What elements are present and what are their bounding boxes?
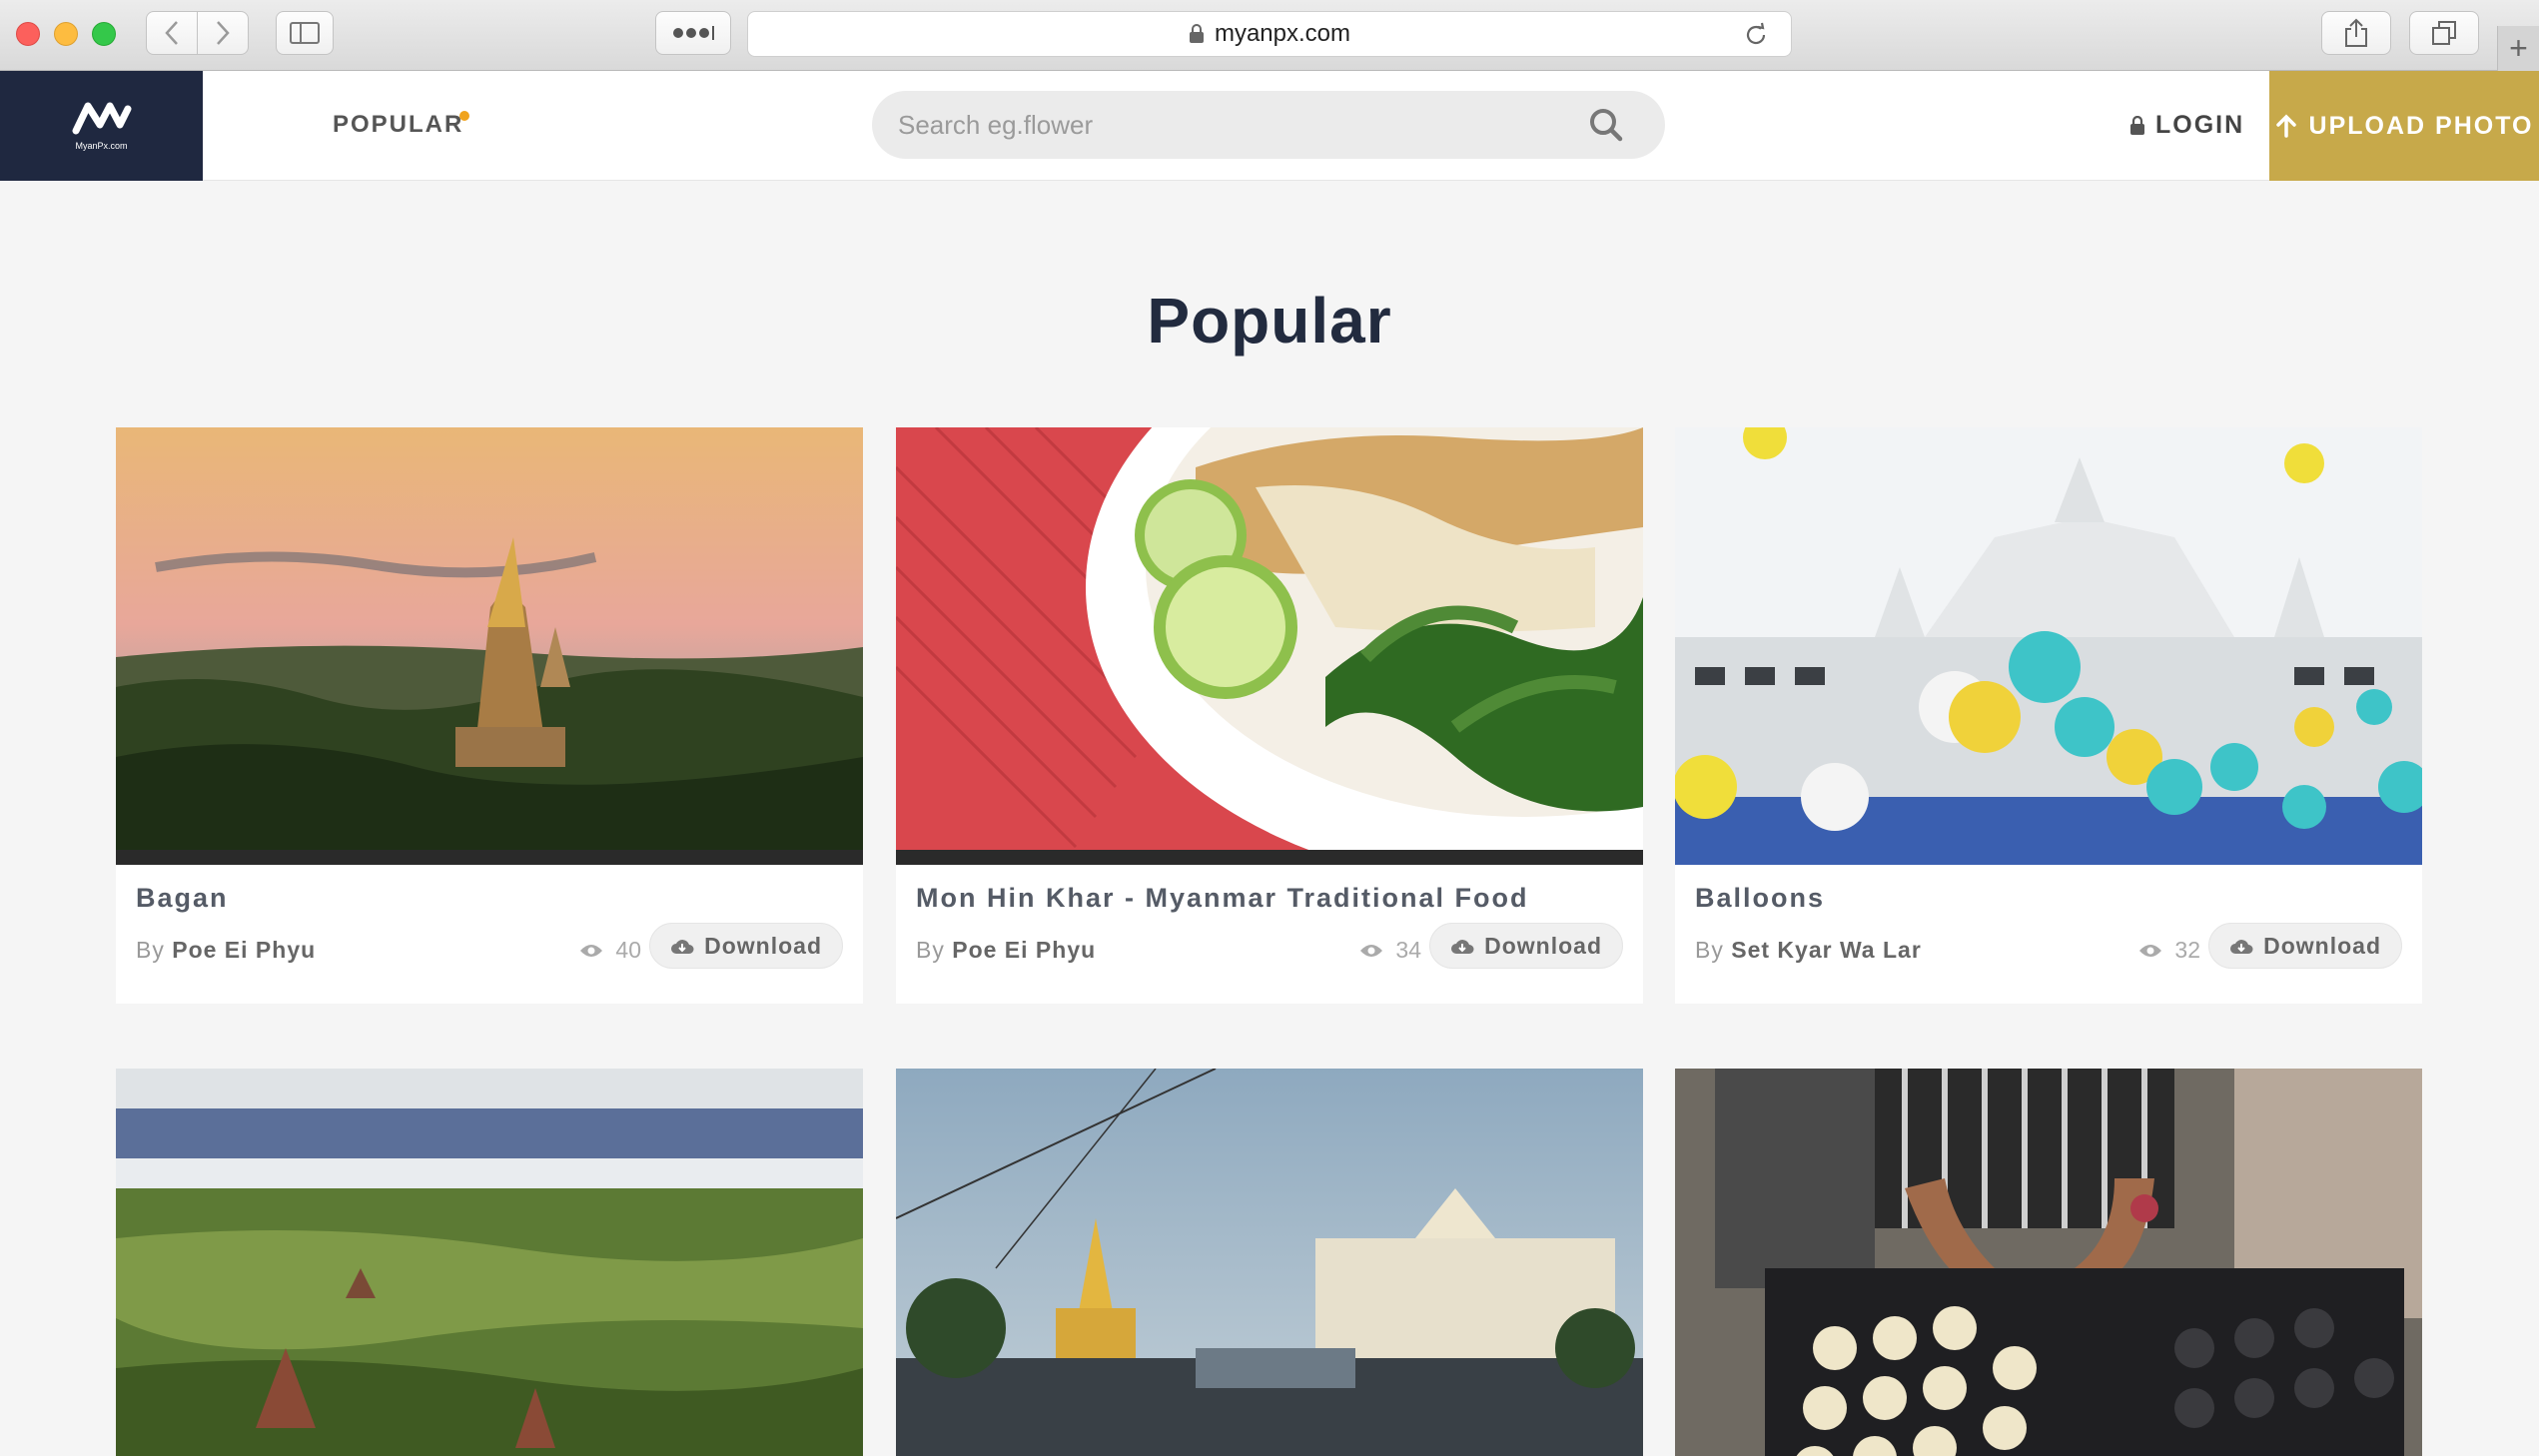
bagan-landscape-photo[interactable] bbox=[116, 1069, 863, 1456]
page-title: Popular bbox=[1147, 285, 1392, 357]
upload-label: UPLOAD PHOTO bbox=[2308, 111, 2534, 140]
url-text: myanpx.com bbox=[1214, 20, 1351, 47]
photo-card[interactable]: Balloons By Set Kyar Wa Lar 32 Download bbox=[1675, 427, 2422, 1004]
photo-title[interactable]: Balloons bbox=[1695, 883, 1825, 914]
browser-chrome: myanpx.com + bbox=[0, 0, 2539, 71]
photo-byline: By Set Kyar Wa Lar bbox=[1695, 937, 1922, 964]
photo-title[interactable]: Bagan bbox=[136, 883, 229, 914]
author-name[interactable]: Set Kyar Wa Lar bbox=[1731, 937, 1922, 963]
cloud-download-icon bbox=[1451, 940, 1474, 954]
login-label: LOGIN bbox=[2155, 111, 2245, 139]
reload-icon[interactable] bbox=[1743, 22, 1769, 48]
logo-mark-icon bbox=[72, 102, 131, 135]
zoom-window-button[interactable] bbox=[92, 22, 116, 46]
search-box bbox=[872, 91, 1665, 159]
arrow-up-icon bbox=[2275, 114, 2296, 138]
share-button[interactable] bbox=[2321, 11, 2391, 55]
by-label: By bbox=[136, 937, 165, 963]
lock-icon bbox=[1189, 24, 1204, 43]
back-button[interactable] bbox=[146, 11, 198, 55]
download-label: Download bbox=[2263, 932, 2381, 959]
more-options-button[interactable] bbox=[655, 11, 731, 55]
photo-card[interactable]: Bagan By Poe Ei Phyu 40 Download bbox=[116, 427, 863, 1004]
eye-icon bbox=[580, 944, 603, 957]
download-label: Download bbox=[704, 932, 822, 959]
street-food-cooking-photo[interactable] bbox=[1675, 1069, 2422, 1456]
by-label: By bbox=[1695, 937, 1724, 963]
login-link[interactable]: LOGIN bbox=[2129, 111, 2244, 140]
lock-icon bbox=[2130, 115, 2144, 135]
temple-sunset-photo[interactable] bbox=[116, 427, 863, 865]
photo-card[interactable] bbox=[1675, 1069, 2422, 1456]
more-dots-icon bbox=[673, 26, 714, 40]
show-tabs-button[interactable] bbox=[2409, 11, 2479, 55]
cloud-download-icon bbox=[2230, 940, 2253, 954]
forward-button[interactable] bbox=[197, 11, 249, 55]
download-button[interactable]: Download bbox=[649, 923, 843, 969]
nav-indicator-dot bbox=[459, 111, 469, 121]
photo-byline: By Poe Ei Phyu bbox=[136, 937, 316, 964]
minimize-window-button[interactable] bbox=[54, 22, 78, 46]
view-count: 34 bbox=[1359, 937, 1421, 964]
eye-icon bbox=[1360, 944, 1383, 957]
plus-icon: + bbox=[2509, 30, 2528, 66]
sidebar-toggle-button[interactable] bbox=[276, 11, 334, 55]
yangon-city-photo[interactable] bbox=[896, 1069, 1643, 1456]
address-bar[interactable]: myanpx.com bbox=[747, 11, 1792, 57]
search-icon[interactable] bbox=[1589, 108, 1623, 142]
food-bowl-photo[interactable] bbox=[896, 427, 1643, 865]
view-count: 32 bbox=[2138, 937, 2200, 964]
author-name[interactable]: Poe Ei Phyu bbox=[952, 937, 1096, 963]
eye-icon bbox=[2139, 944, 2162, 957]
download-button[interactable]: Download bbox=[1429, 923, 1623, 969]
view-count: 40 bbox=[579, 937, 641, 964]
by-label: By bbox=[916, 937, 945, 963]
photo-title[interactable]: Mon Hin Khar - Myanmar Traditional Food bbox=[916, 883, 1529, 914]
photo-card[interactable] bbox=[116, 1069, 863, 1456]
logo[interactable]: MyanPx.com bbox=[0, 71, 203, 181]
upload-photo-button[interactable]: UPLOAD PHOTO bbox=[2269, 71, 2539, 181]
download-label: Download bbox=[1484, 932, 1602, 959]
site-header: MyanPx.com POPULAR LOGIN UPLOAD PHOTO bbox=[0, 71, 2539, 181]
balloons-building-photo[interactable] bbox=[1675, 427, 2422, 865]
view-number: 34 bbox=[1395, 937, 1421, 963]
photo-card[interactable] bbox=[896, 1069, 1643, 1456]
view-number: 40 bbox=[615, 937, 641, 963]
chevron-right-icon bbox=[217, 21, 230, 45]
view-number: 32 bbox=[2174, 937, 2200, 963]
sidebar-icon bbox=[290, 22, 320, 44]
photo-byline: By Poe Ei Phyu bbox=[916, 937, 1096, 964]
nav-popular-link[interactable]: POPULAR bbox=[333, 111, 463, 139]
logo-text: MyanPx.com bbox=[75, 141, 128, 151]
search-input[interactable] bbox=[898, 91, 1557, 159]
tabs-icon bbox=[2432, 21, 2456, 45]
cloud-download-icon bbox=[671, 940, 694, 954]
download-button[interactable]: Download bbox=[2208, 923, 2402, 969]
author-name[interactable]: Poe Ei Phyu bbox=[172, 937, 316, 963]
new-tab-button[interactable]: + bbox=[2497, 26, 2539, 71]
photo-card[interactable]: Mon Hin Khar - Myanmar Traditional Food … bbox=[896, 427, 1643, 1004]
chevron-left-icon bbox=[165, 21, 178, 45]
share-icon bbox=[2345, 18, 2367, 47]
close-window-button[interactable] bbox=[16, 22, 40, 46]
